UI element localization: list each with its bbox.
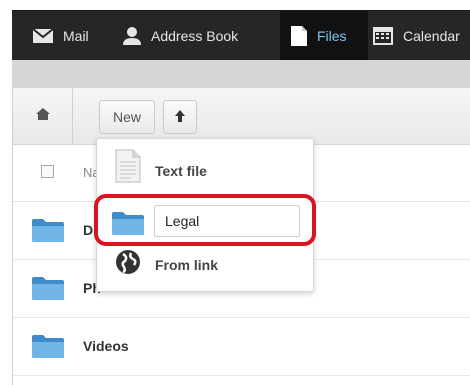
nav-item-calendar[interactable]: Calendar	[372, 11, 460, 61]
mail-icon	[32, 28, 54, 44]
globe-icon	[115, 249, 141, 280]
menu-item-label: From link	[155, 257, 219, 273]
menu-item-label: Text file	[155, 163, 207, 179]
upload-button[interactable]	[163, 100, 197, 134]
nav-item-label: Address Book	[151, 28, 239, 44]
nav-item-label: Files	[317, 28, 347, 44]
breadcrumb-home[interactable]	[13, 88, 73, 144]
menu-item-from-link[interactable]: From link	[97, 249, 313, 289]
folder-name-input[interactable]	[154, 205, 300, 237]
top-navigation: Mail Address Book Files Calendar	[12, 10, 470, 61]
person-icon	[122, 26, 142, 46]
folder-icon	[31, 333, 65, 364]
nav-item-files[interactable]: Files	[280, 11, 368, 61]
select-all-checkbox[interactable]	[41, 165, 54, 178]
nav-item-address-book[interactable]: Address Book	[122, 11, 238, 61]
sub-bar	[12, 60, 470, 89]
files-toolbar: New	[13, 88, 470, 145]
nav-item-label: Mail	[63, 28, 89, 44]
nav-item-label: Calendar	[403, 28, 460, 44]
file-name[interactable]: Videos	[83, 338, 129, 354]
nav-item-mail[interactable]: Mail	[32, 11, 89, 61]
text-file-icon	[115, 149, 141, 188]
file-name[interactable]: D	[83, 222, 93, 238]
new-button-label: New	[112, 109, 141, 125]
home-icon	[35, 107, 51, 126]
table-row[interactable]: Videos	[13, 318, 470, 376]
folder-icon	[31, 275, 65, 306]
document-icon	[290, 25, 308, 47]
arrow-up-icon	[174, 109, 186, 126]
folder-icon	[31, 217, 65, 248]
menu-item-text-file[interactable]: Text file	[97, 139, 313, 195]
new-button[interactable]: New	[99, 100, 155, 134]
calendar-icon	[372, 26, 394, 46]
